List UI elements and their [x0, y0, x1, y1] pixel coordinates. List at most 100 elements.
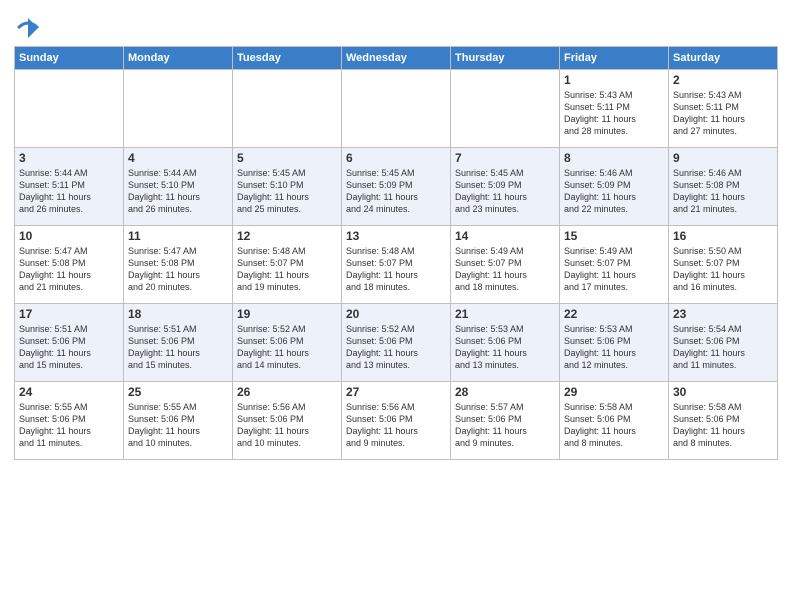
- day-number: 28: [455, 385, 555, 399]
- day-cell: 17 Sunrise: 5:51 AM Sunset: 5:06 PM Dayli…: [15, 304, 124, 382]
- day-number: 2: [673, 73, 773, 87]
- day-number: 18: [128, 307, 228, 321]
- day-number: 11: [128, 229, 228, 243]
- day-number: 25: [128, 385, 228, 399]
- logo-icon: [16, 16, 40, 40]
- day-cell: 20 Sunrise: 5:52 AM Sunset: 5:06 PM Dayli…: [342, 304, 451, 382]
- day-cell: 16 Sunrise: 5:50 AM Sunset: 5:07 PM Dayli…: [669, 226, 778, 304]
- day-info: Sunrise: 5:55 AM Sunset: 5:06 PM Dayligh…: [128, 401, 228, 450]
- day-number: 17: [19, 307, 119, 321]
- day-number: 26: [237, 385, 337, 399]
- col-header-friday: Friday: [560, 47, 669, 70]
- day-info: Sunrise: 5:44 AM Sunset: 5:10 PM Dayligh…: [128, 167, 228, 216]
- day-info: Sunrise: 5:52 AM Sunset: 5:06 PM Dayligh…: [237, 323, 337, 372]
- day-number: 13: [346, 229, 446, 243]
- day-number: 19: [237, 307, 337, 321]
- day-cell: [342, 70, 451, 148]
- day-cell: 7 Sunrise: 5:45 AM Sunset: 5:09 PM Daylig…: [451, 148, 560, 226]
- day-info: Sunrise: 5:46 AM Sunset: 5:08 PM Dayligh…: [673, 167, 773, 216]
- day-number: 20: [346, 307, 446, 321]
- day-cell: 30 Sunrise: 5:58 AM Sunset: 5:06 PM Dayli…: [669, 382, 778, 460]
- col-header-wednesday: Wednesday: [342, 47, 451, 70]
- day-info: Sunrise: 5:45 AM Sunset: 5:10 PM Dayligh…: [237, 167, 337, 216]
- day-cell: 4 Sunrise: 5:44 AM Sunset: 5:10 PM Daylig…: [124, 148, 233, 226]
- day-info: Sunrise: 5:49 AM Sunset: 5:07 PM Dayligh…: [564, 245, 664, 294]
- header: [14, 10, 778, 40]
- day-info: Sunrise: 5:47 AM Sunset: 5:08 PM Dayligh…: [128, 245, 228, 294]
- day-cell: 29Sunrise: 5:58 AM Sunset: 5:06 PM Dayli…: [560, 382, 669, 460]
- day-cell: 10 Sunrise: 5:47 AM Sunset: 5:08 PM Dayli…: [15, 226, 124, 304]
- day-cell: 27Sunrise: 5:56 AM Sunset: 5:06 PM Dayli…: [342, 382, 451, 460]
- col-header-tuesday: Tuesday: [233, 47, 342, 70]
- day-cell: 5 Sunrise: 5:45 AM Sunset: 5:10 PM Daylig…: [233, 148, 342, 226]
- calendar-table: SundayMondayTuesdayWednesdayThursdayFrid…: [14, 46, 778, 460]
- col-header-sunday: Sunday: [15, 47, 124, 70]
- week-row-3: 17 Sunrise: 5:51 AM Sunset: 5:06 PM Dayli…: [15, 304, 778, 382]
- day-number: 15: [564, 229, 664, 243]
- day-info: Sunrise: 5:47 AM Sunset: 5:08 PM Dayligh…: [19, 245, 119, 294]
- day-cell: 22 Sunrise: 5:53 AM Sunset: 5:06 PM Dayli…: [560, 304, 669, 382]
- day-number: 14: [455, 229, 555, 243]
- day-number: 6: [346, 151, 446, 165]
- day-cell: [451, 70, 560, 148]
- day-cell: 12 Sunrise: 5:48 AM Sunset: 5:07 PM Dayli…: [233, 226, 342, 304]
- day-info: Sunrise: 5:53 AM Sunset: 5:06 PM Dayligh…: [564, 323, 664, 372]
- week-row-2: 10 Sunrise: 5:47 AM Sunset: 5:08 PM Dayli…: [15, 226, 778, 304]
- col-header-monday: Monday: [124, 47, 233, 70]
- day-cell: 3 Sunrise: 5:44 AM Sunset: 5:11 PM Daylig…: [15, 148, 124, 226]
- day-cell: 9 Sunrise: 5:46 AM Sunset: 5:08 PM Daylig…: [669, 148, 778, 226]
- day-info: Sunrise: 5:45 AM Sunset: 5:09 PM Dayligh…: [455, 167, 555, 216]
- day-cell: [124, 70, 233, 148]
- header-row: SundayMondayTuesdayWednesdayThursdayFrid…: [15, 47, 778, 70]
- day-number: 5: [237, 151, 337, 165]
- day-cell: 18Sunrise: 5:51 AM Sunset: 5:06 PM Dayli…: [124, 304, 233, 382]
- day-info: Sunrise: 5:58 AM Sunset: 5:06 PM Dayligh…: [673, 401, 773, 450]
- day-info: Sunrise: 5:44 AM Sunset: 5:11 PM Dayligh…: [19, 167, 119, 216]
- day-cell: 6Sunrise: 5:45 AM Sunset: 5:09 PM Daylig…: [342, 148, 451, 226]
- day-number: 29: [564, 385, 664, 399]
- day-number: 27: [346, 385, 446, 399]
- day-number: 21: [455, 307, 555, 321]
- day-info: Sunrise: 5:43 AM Sunset: 5:11 PM Dayligh…: [564, 89, 664, 138]
- day-cell: 23 Sunrise: 5:54 AM Sunset: 5:06 PM Dayli…: [669, 304, 778, 382]
- day-info: Sunrise: 5:46 AM Sunset: 5:09 PM Dayligh…: [564, 167, 664, 216]
- day-cell: 2 Sunrise: 5:43 AM Sunset: 5:11 PM Daylig…: [669, 70, 778, 148]
- day-cell: [15, 70, 124, 148]
- week-row-1: 3 Sunrise: 5:44 AM Sunset: 5:11 PM Daylig…: [15, 148, 778, 226]
- col-header-thursday: Thursday: [451, 47, 560, 70]
- day-cell: 11 Sunrise: 5:47 AM Sunset: 5:08 PM Dayli…: [124, 226, 233, 304]
- day-info: Sunrise: 5:43 AM Sunset: 5:11 PM Dayligh…: [673, 89, 773, 138]
- day-number: 10: [19, 229, 119, 243]
- day-info: Sunrise: 5:54 AM Sunset: 5:06 PM Dayligh…: [673, 323, 773, 372]
- day-info: Sunrise: 5:57 AM Sunset: 5:06 PM Dayligh…: [455, 401, 555, 450]
- day-cell: 13 Sunrise: 5:48 AM Sunset: 5:07 PM Dayli…: [342, 226, 451, 304]
- day-number: 22: [564, 307, 664, 321]
- day-info: Sunrise: 5:50 AM Sunset: 5:07 PM Dayligh…: [673, 245, 773, 294]
- day-info: Sunrise: 5:48 AM Sunset: 5:07 PM Dayligh…: [237, 245, 337, 294]
- day-number: 7: [455, 151, 555, 165]
- day-info: Sunrise: 5:55 AM Sunset: 5:06 PM Dayligh…: [19, 401, 119, 450]
- day-info: Sunrise: 5:53 AM Sunset: 5:06 PM Dayligh…: [455, 323, 555, 372]
- day-cell: 24 Sunrise: 5:55 AM Sunset: 5:06 PM Dayli…: [15, 382, 124, 460]
- day-cell: 21 Sunrise: 5:53 AM Sunset: 5:06 PM Dayli…: [451, 304, 560, 382]
- day-number: 16: [673, 229, 773, 243]
- col-header-saturday: Saturday: [669, 47, 778, 70]
- day-cell: 1Sunrise: 5:43 AM Sunset: 5:11 PM Daylig…: [560, 70, 669, 148]
- day-info: Sunrise: 5:48 AM Sunset: 5:07 PM Dayligh…: [346, 245, 446, 294]
- day-cell: 25 Sunrise: 5:55 AM Sunset: 5:06 PM Dayli…: [124, 382, 233, 460]
- day-info: Sunrise: 5:51 AM Sunset: 5:06 PM Dayligh…: [19, 323, 119, 372]
- day-number: 3: [19, 151, 119, 165]
- day-info: Sunrise: 5:52 AM Sunset: 5:06 PM Dayligh…: [346, 323, 446, 372]
- week-row-4: 24 Sunrise: 5:55 AM Sunset: 5:06 PM Dayli…: [15, 382, 778, 460]
- day-number: 12: [237, 229, 337, 243]
- day-number: 4: [128, 151, 228, 165]
- day-number: 30: [673, 385, 773, 399]
- day-number: 8: [564, 151, 664, 165]
- day-cell: 15 Sunrise: 5:49 AM Sunset: 5:07 PM Dayli…: [560, 226, 669, 304]
- day-cell: [233, 70, 342, 148]
- day-info: Sunrise: 5:49 AM Sunset: 5:07 PM Dayligh…: [455, 245, 555, 294]
- day-info: Sunrise: 5:56 AM Sunset: 5:06 PM Dayligh…: [237, 401, 337, 450]
- day-number: 9: [673, 151, 773, 165]
- day-number: 23: [673, 307, 773, 321]
- day-number: 24: [19, 385, 119, 399]
